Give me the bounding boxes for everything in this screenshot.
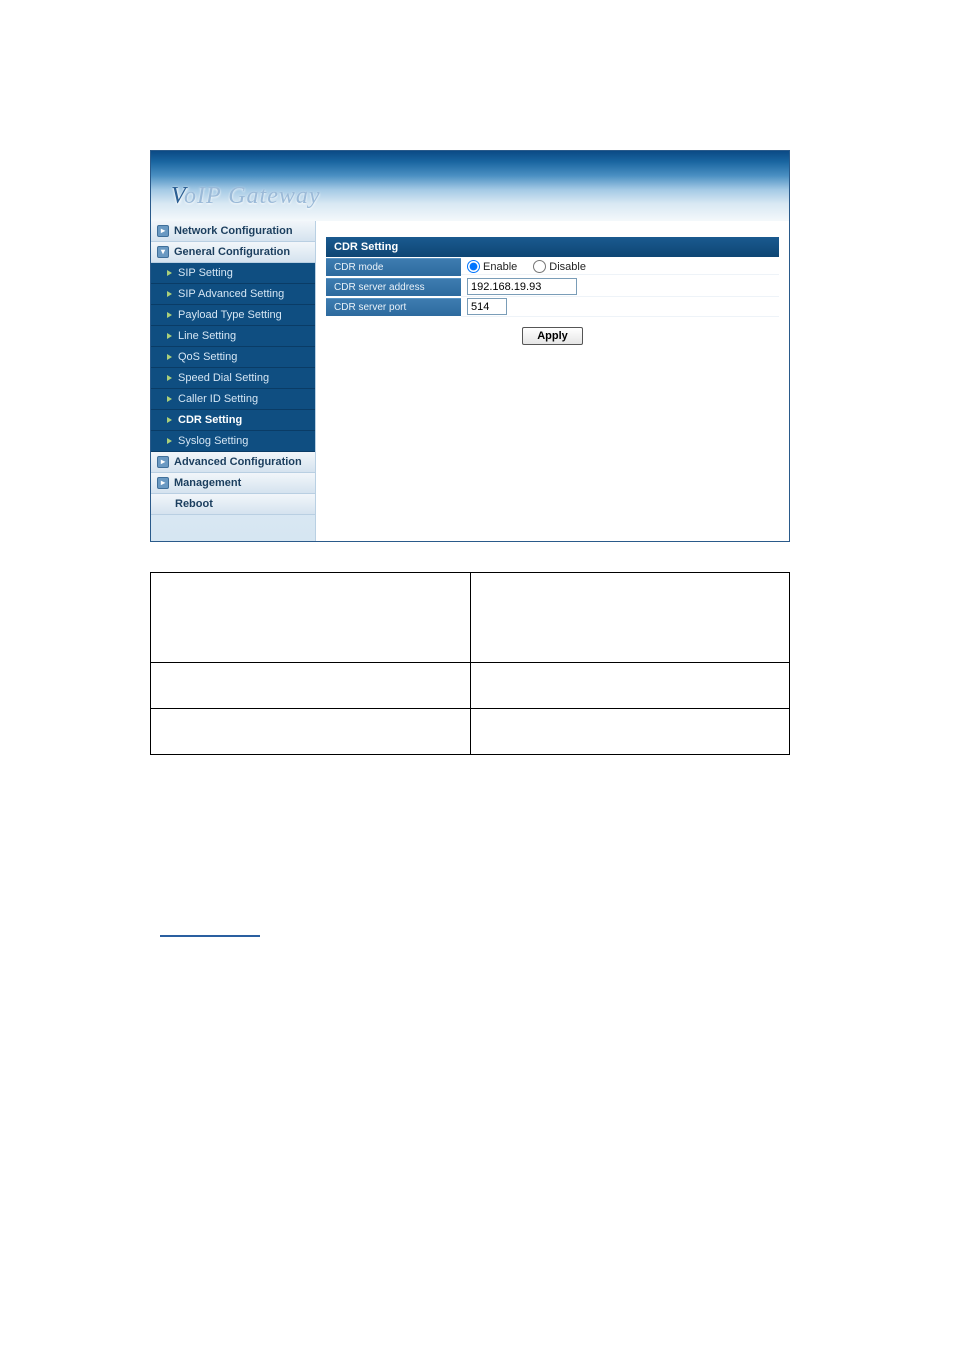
content-area: CDR Setting CDR mode Enable Disable — [316, 221, 789, 541]
app-frame: VoIP Gateway Network Configuration Gener… — [150, 150, 790, 542]
sidebar-label: Line Setting — [178, 330, 236, 342]
sidebar-item-qos-setting[interactable]: QoS Setting — [151, 347, 315, 368]
sidebar-item-payload-type-setting[interactable]: Payload Type Setting — [151, 305, 315, 326]
row-cdr-server-port: CDR server port — [326, 297, 779, 317]
title-v: V — [171, 183, 184, 209]
table-cell — [470, 573, 790, 663]
title-rest: oIP Gateway — [184, 183, 321, 209]
sidebar-item-line-setting[interactable]: Line Setting — [151, 326, 315, 347]
input-cdr-server-address[interactable] — [467, 278, 577, 295]
table-row — [151, 709, 790, 755]
row-cdr-mode: CDR mode Enable Disable — [326, 257, 779, 277]
sidebar-item-reboot[interactable]: Reboot — [151, 494, 315, 515]
sidebar-item-general-configuration[interactable]: General Configuration — [151, 242, 315, 263]
triangle-icon — [167, 312, 172, 318]
triangle-icon — [167, 333, 172, 339]
sidebar-item-sip-setting[interactable]: SIP Setting — [151, 263, 315, 284]
sidebar-label: SIP Advanced Setting — [178, 288, 284, 300]
table-cell — [470, 663, 790, 709]
triangle-icon — [167, 438, 172, 444]
underline-link — [150, 925, 790, 940]
sidebar-label: Management — [174, 477, 241, 489]
sidebar-label: Network Configuration — [174, 225, 293, 237]
radio-disable-wrap[interactable]: Disable — [533, 260, 586, 273]
sidebar: Network Configuration General Configurat… — [151, 221, 316, 541]
sidebar-item-caller-id-setting[interactable]: Caller ID Setting — [151, 389, 315, 410]
table-cell — [151, 573, 471, 663]
table-cell — [470, 709, 790, 755]
sidebar-item-network-configuration[interactable]: Network Configuration — [151, 221, 315, 242]
triangle-icon — [167, 270, 172, 276]
sidebar-item-sip-advanced-setting[interactable]: SIP Advanced Setting — [151, 284, 315, 305]
sidebar-label: Reboot — [175, 498, 213, 510]
panel-title: CDR Setting — [326, 237, 779, 257]
sidebar-item-speed-dial-setting[interactable]: Speed Dial Setting — [151, 368, 315, 389]
table-cell — [151, 709, 471, 755]
expand-icon — [157, 456, 169, 468]
triangle-icon — [167, 354, 172, 360]
sidebar-label: Caller ID Setting — [178, 393, 258, 405]
sidebar-label: General Configuration — [174, 246, 290, 258]
sidebar-label: Payload Type Setting — [178, 309, 282, 321]
table-row — [151, 573, 790, 663]
sidebar-item-syslog-setting[interactable]: Syslog Setting — [151, 431, 315, 452]
radio-disable[interactable] — [533, 260, 546, 273]
label-cdr-server-port: CDR server port — [326, 298, 461, 316]
sidebar-item-cdr-setting[interactable]: CDR Setting — [151, 410, 315, 431]
row-cdr-server-address: CDR server address — [326, 277, 779, 297]
input-cdr-server-port[interactable] — [467, 298, 507, 315]
radio-enable-wrap[interactable]: Enable — [467, 260, 517, 273]
label-cdr-server-address: CDR server address — [326, 278, 461, 296]
table-cell — [151, 663, 471, 709]
expand-icon — [157, 477, 169, 489]
collapse-icon — [157, 246, 169, 258]
radio-enable[interactable] — [467, 260, 480, 273]
sidebar-item-management[interactable]: Management — [151, 473, 315, 494]
radio-disable-label: Disable — [549, 261, 586, 273]
label-cdr-mode: CDR mode — [326, 258, 461, 276]
sidebar-label: Advanced Configuration — [174, 456, 302, 468]
sidebar-item-advanced-configuration[interactable]: Advanced Configuration — [151, 452, 315, 473]
sidebar-label: SIP Setting — [178, 267, 233, 279]
doc-table — [150, 572, 790, 755]
sidebar-label: QoS Setting — [178, 351, 237, 363]
banner: VoIP Gateway — [151, 151, 789, 221]
sidebar-label: Speed Dial Setting — [178, 372, 269, 384]
triangle-icon — [167, 396, 172, 402]
triangle-icon — [167, 291, 172, 297]
table-row — [151, 663, 790, 709]
expand-icon — [157, 225, 169, 237]
sidebar-label: CDR Setting — [178, 414, 242, 426]
sidebar-label: Syslog Setting — [178, 435, 248, 447]
apply-button[interactable]: Apply — [522, 327, 583, 345]
app-title: VoIP Gateway — [171, 183, 321, 210]
radio-enable-label: Enable — [483, 261, 517, 273]
triangle-icon — [167, 417, 172, 423]
triangle-icon — [167, 375, 172, 381]
